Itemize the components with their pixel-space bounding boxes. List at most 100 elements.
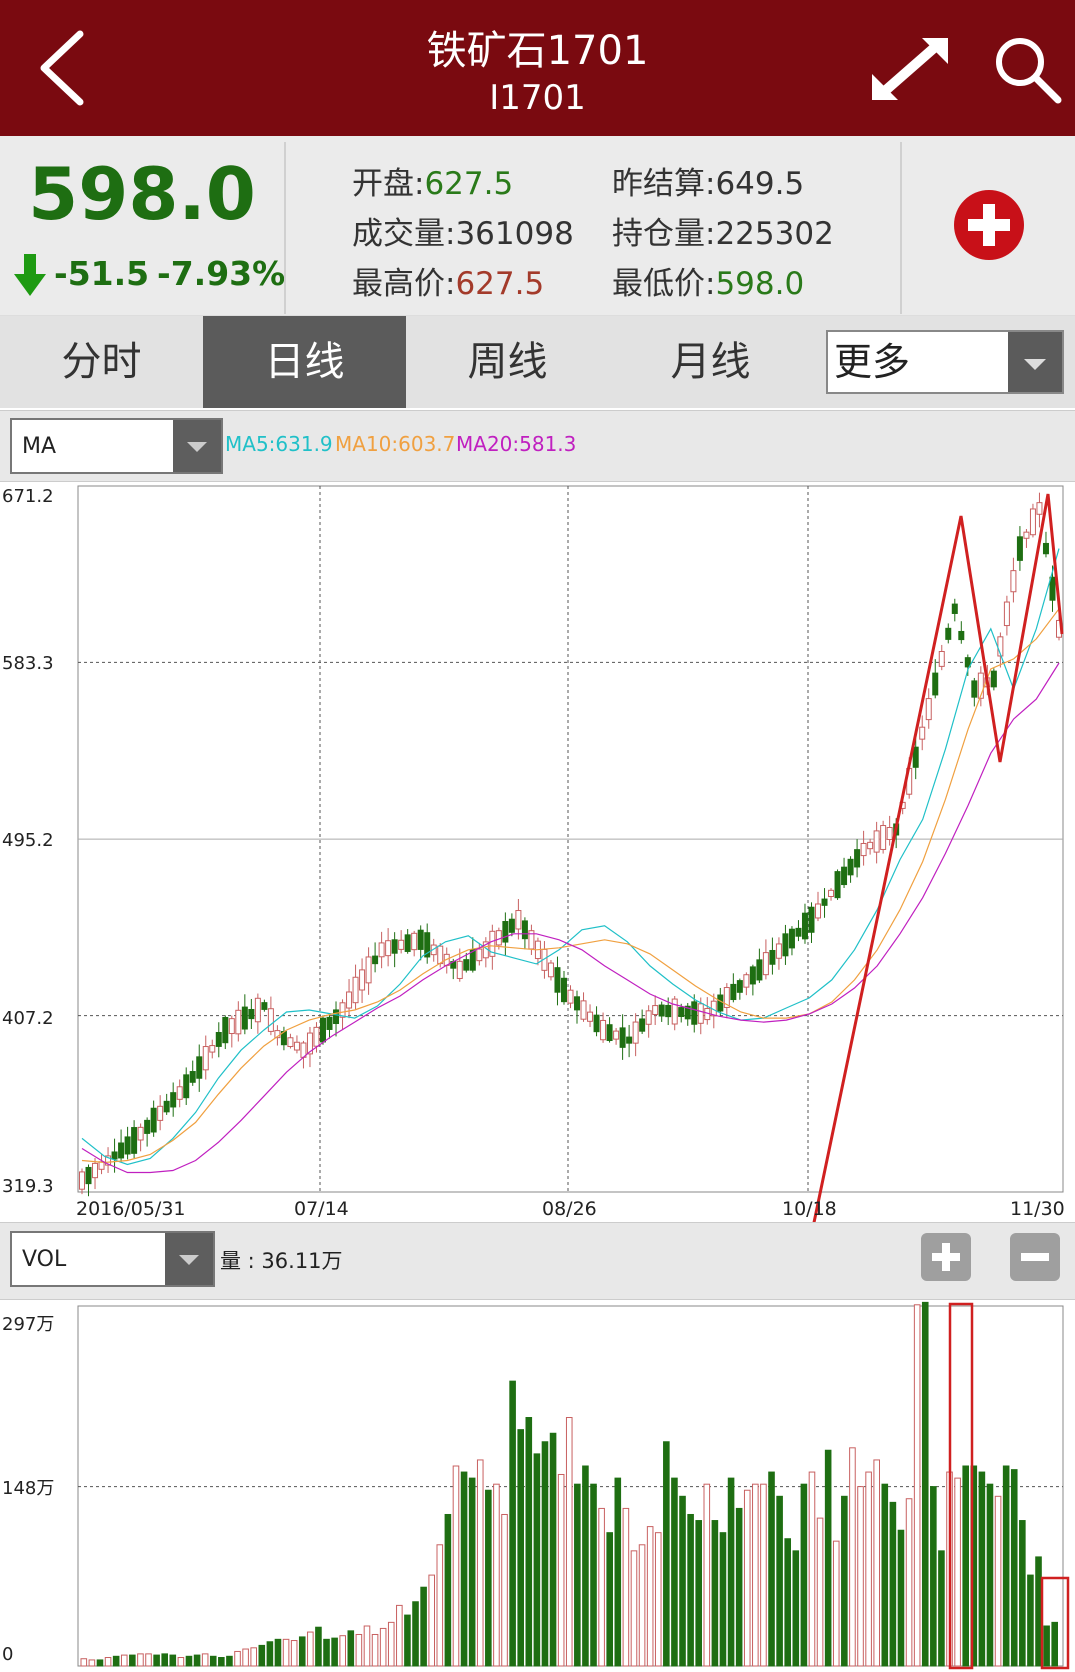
volume-bar xyxy=(889,1501,897,1667)
volume-bar xyxy=(760,1483,767,1667)
y-tick-label: 148万 xyxy=(2,1478,55,1499)
stat-volume: 成交量:361098 xyxy=(352,216,574,252)
ma5-value: MA5:631.9 xyxy=(225,432,333,456)
chevron-down-icon xyxy=(187,442,207,452)
volume-bar xyxy=(1010,1469,1018,1667)
candle-body xyxy=(769,949,776,965)
volume-bar xyxy=(897,1529,905,1667)
candle-body xyxy=(137,1126,144,1141)
volume-bar xyxy=(986,1483,994,1667)
volume-bar xyxy=(703,1483,711,1667)
tab-weekly[interactable]: 周线 xyxy=(406,316,609,408)
add-favorite-icon[interactable] xyxy=(952,188,1026,262)
candle-body xyxy=(834,871,841,899)
volume-chart[interactable] xyxy=(0,1300,1075,1672)
y-tick-label: 319.3 xyxy=(2,1176,54,1197)
volume-bar xyxy=(258,1644,266,1667)
candle-body xyxy=(593,1014,600,1033)
zoom-in-button[interactable] xyxy=(921,1233,971,1281)
candle-body xyxy=(391,939,398,954)
volume-value: 量 : 36.11万 xyxy=(220,1249,343,1273)
x-tick-label: 10/18 xyxy=(782,1198,837,1220)
candle-body xyxy=(938,651,945,667)
y-tick-label: 495.2 xyxy=(2,830,54,851)
volume-bar xyxy=(234,1650,241,1667)
volume-bar xyxy=(727,1477,735,1667)
volume-bar xyxy=(646,1526,654,1667)
candle-body xyxy=(958,630,965,641)
candle-body xyxy=(437,945,444,965)
candle-body xyxy=(645,1010,652,1025)
zoom-out-button[interactable] xyxy=(1010,1233,1060,1281)
minus-icon xyxy=(1021,1253,1049,1261)
candle-body xyxy=(319,1017,326,1043)
more-dropdown[interactable]: 更多 xyxy=(826,330,1064,394)
candle-body xyxy=(372,955,379,965)
volume-bar xyxy=(865,1471,872,1667)
candle-body xyxy=(652,1005,659,1015)
candle-body xyxy=(404,934,411,952)
volume-bar xyxy=(161,1653,168,1667)
candle-body xyxy=(801,912,808,940)
volume-bar xyxy=(816,1517,824,1667)
x-tick-label: 07/14 xyxy=(294,1198,349,1220)
tab-daily[interactable]: 日线 xyxy=(203,316,406,408)
volume-bar xyxy=(857,1486,864,1667)
volume-bar xyxy=(1051,1621,1058,1667)
candle-body xyxy=(150,1107,157,1133)
candle-body xyxy=(502,921,509,943)
candle-body xyxy=(515,910,522,930)
candle-body xyxy=(261,1002,268,1010)
volume-bar xyxy=(565,1417,573,1667)
y-tick-label: 407.2 xyxy=(2,1008,54,1029)
search-icon[interactable] xyxy=(992,34,1062,104)
indicator-select-vol[interactable]: VOL xyxy=(10,1231,215,1287)
candle-body xyxy=(124,1136,131,1155)
candlestick-chart[interactable] xyxy=(0,482,1075,1222)
candle-body xyxy=(945,627,952,640)
candle-body xyxy=(678,1007,685,1017)
candle-body xyxy=(762,952,769,976)
y-tick-label: 583.3 xyxy=(2,653,54,674)
candle-body xyxy=(170,1092,177,1108)
candle-body xyxy=(346,991,353,1009)
candle-body xyxy=(85,1166,92,1185)
candle-body xyxy=(658,1004,665,1017)
volume-bar xyxy=(930,1486,937,1667)
volume-bar xyxy=(525,1417,533,1667)
candle-body xyxy=(567,989,574,1004)
candle-body xyxy=(854,849,861,868)
candle-body xyxy=(352,976,359,1004)
volume-bar xyxy=(549,1432,557,1667)
candle-body xyxy=(248,1008,255,1020)
volume-bar xyxy=(307,1631,314,1667)
ma20-value: MA20:581.3 xyxy=(456,432,577,456)
tab-intraday[interactable]: 分时 xyxy=(0,316,203,408)
indicator-select-ma[interactable]: MA xyxy=(10,418,223,474)
more-label: 更多 xyxy=(834,340,911,384)
candle-body xyxy=(788,928,795,949)
candle-body xyxy=(867,841,874,850)
tab-monthly[interactable]: 月线 xyxy=(609,316,812,408)
volume-bar xyxy=(711,1520,719,1667)
dropdown-arrow xyxy=(1008,332,1062,392)
volume-bar xyxy=(420,1586,427,1667)
candle-body xyxy=(782,933,789,957)
candle-body xyxy=(79,1171,85,1190)
volume-bar xyxy=(96,1659,104,1667)
fullscreen-expand-icon[interactable] xyxy=(870,38,950,102)
candle-body xyxy=(580,1000,587,1020)
volume-bar xyxy=(493,1483,500,1667)
candle-body xyxy=(1042,542,1049,555)
volume-bar xyxy=(938,1550,945,1667)
candle-body xyxy=(456,960,463,979)
volume-bar xyxy=(193,1654,201,1667)
candle-body xyxy=(951,603,958,614)
volume-bar xyxy=(695,1520,703,1667)
candle-body xyxy=(267,1008,274,1032)
candle-body xyxy=(378,942,385,958)
candle-body xyxy=(847,858,854,876)
x-tick-label: 11/30 xyxy=(1010,1198,1065,1220)
volume-bar xyxy=(404,1614,411,1667)
candle-body xyxy=(1029,508,1036,536)
